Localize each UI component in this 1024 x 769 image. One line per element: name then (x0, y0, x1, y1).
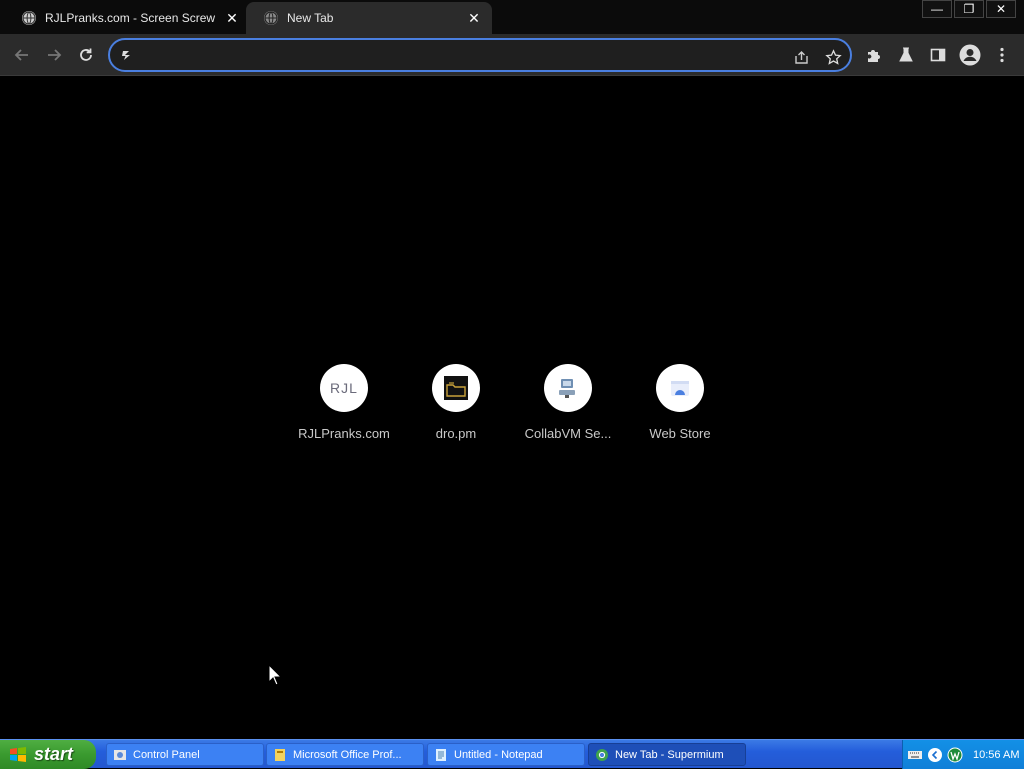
shortcut-collabvm[interactable]: CollabVM Se... (512, 364, 624, 454)
task-label: Untitled - Notepad (454, 748, 543, 761)
tab-new-tab[interactable]: New Tab ✕ (246, 2, 492, 34)
tab-close-icon[interactable]: ✕ (224, 10, 240, 26)
tab-close-icon[interactable]: ✕ (466, 10, 482, 26)
tab-title: RJLPranks.com - Screen Screw (45, 11, 216, 25)
restore-button[interactable]: ❐ (954, 0, 984, 18)
shortcut-label: dro.pm (435, 426, 477, 441)
labs-button[interactable] (895, 44, 917, 66)
arrow-left-icon (14, 49, 28, 61)
reload-button[interactable] (71, 40, 101, 70)
flask-icon (899, 47, 913, 62)
arrow-right-icon (48, 49, 62, 61)
task-microsoft-office[interactable]: Microsoft Office Prof... (266, 743, 424, 766)
supermium-browser-icon (596, 748, 608, 761)
start-button[interactable]: start (0, 740, 96, 769)
shortcut-label: Web Store (649, 426, 711, 441)
bookmark-button[interactable] (822, 46, 844, 68)
kebab-menu-icon (1000, 47, 1004, 63)
minimize-button[interactable]: — (922, 0, 952, 18)
rjl-logo-text: RJL (330, 380, 358, 396)
clock: 10:56 AM (973, 748, 1020, 761)
keyboard-icon[interactable] (907, 747, 923, 763)
shortcut-label: RJLPranks.com (298, 426, 390, 441)
shortcut-rjlpranks[interactable]: RJL RJLPranks.com (288, 364, 400, 454)
address-bar[interactable] (108, 38, 852, 72)
side-panel-button[interactable] (927, 44, 949, 66)
chevron-left-icon[interactable] (927, 747, 943, 763)
side-panel-icon (930, 48, 946, 62)
network-icon[interactable] (947, 747, 963, 763)
task-control-panel[interactable]: Control Panel (106, 743, 264, 766)
star-icon (824, 48, 842, 65)
control-panel-icon (114, 749, 126, 760)
task-supermium[interactable]: New Tab - Supermium (588, 743, 746, 766)
dro-pm-icon (432, 364, 480, 412)
profile-button[interactable] (959, 44, 981, 66)
forward-button[interactable] (39, 40, 69, 70)
task-label: Control Panel (133, 748, 200, 761)
back-button[interactable] (7, 40, 37, 70)
reload-icon (80, 48, 92, 61)
tab-rjlpranks[interactable]: RJLPranks.com - Screen Screw ✕ (4, 2, 250, 34)
tab-title: New Tab (287, 11, 334, 25)
web-store-icon (656, 364, 704, 412)
extensions-button[interactable] (863, 44, 885, 66)
task-label: Microsoft Office Prof... (293, 748, 402, 761)
new-tab-page: RJL RJLPranks.com dro.pm CollabVM Se... … (0, 77, 1024, 739)
task-label: New Tab - Supermium (615, 748, 724, 761)
globe-icon (264, 11, 278, 25)
puzzle-icon (868, 50, 880, 62)
office-setup-icon (275, 748, 285, 761)
start-label: start (34, 744, 74, 764)
browser-toolbar (0, 34, 1024, 76)
notepad-icon (436, 748, 446, 761)
shortcut-label: CollabVM Se... (524, 426, 612, 441)
address-input[interactable] (142, 46, 772, 66)
windows-logo-icon (10, 746, 26, 762)
rjl-logo-icon: RJL (320, 364, 368, 412)
site-info-icon[interactable] (119, 48, 133, 62)
share-button[interactable] (790, 46, 812, 68)
close-window-button[interactable]: ✕ (986, 0, 1016, 18)
mouse-cursor-icon (268, 664, 282, 686)
taskbar: start Control Panel Microsoft Office Pro… (0, 739, 1024, 769)
avatar-icon (959, 44, 981, 66)
task-notepad[interactable]: Untitled - Notepad (427, 743, 585, 766)
shortcut-dro-pm[interactable]: dro.pm (400, 364, 512, 454)
window-controls: — ❐ ✕ (920, 0, 1016, 18)
globe-icon (22, 11, 36, 25)
collabvm-icon (544, 364, 592, 412)
tab-strip: RJLPranks.com - Screen Screw ✕ New Tab ✕… (0, 0, 1024, 34)
system-tray: 10:56 AM (902, 740, 1024, 769)
shortcut-web-store[interactable]: Web Store (624, 364, 736, 454)
menu-button[interactable] (991, 44, 1013, 66)
share-icon (794, 50, 808, 64)
